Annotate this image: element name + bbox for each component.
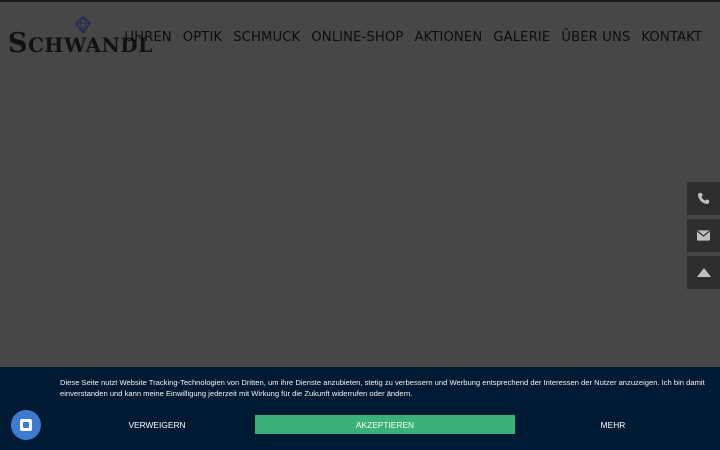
privacy-settings-button[interactable] [11,410,41,440]
side-action-buttons [687,182,720,293]
nav-item-kontakt[interactable]: KONTAKT [641,30,702,45]
cookie-consent-banner: Diese Seite nutzt Website Tracking-Techn… [0,367,720,450]
nav-item-online-shop[interactable]: ONLINE-SHOP [311,30,403,45]
schwandl-logo[interactable]: SCHWANDL [8,16,152,60]
envelope-icon [697,230,710,241]
cookie-consent-text: Diese Seite nutzt Website Tracking-Techn… [60,378,705,398]
nav-item-uhren[interactable]: UHREN [124,30,171,45]
phone-icon [697,192,710,205]
accept-button[interactable]: AKZEPTIEREN [255,415,515,434]
privacy-settings-icon [20,419,32,431]
nav-item-schmuck[interactable]: SCHMUCK [233,30,300,45]
deny-button[interactable]: VERWEIGERN [60,415,254,434]
site-header: SCHWANDL UHREN OPTIK SCHMUCK ONLINE-SHOP… [0,2,720,75]
nav-item-galerie[interactable]: GALERIE [493,30,550,45]
phone-button[interactable] [687,182,720,215]
arrow-up-icon [696,268,711,277]
more-button[interactable]: MEHR [516,415,710,434]
nav-item-ueber-uns[interactable]: ÜBER UNS [561,30,630,45]
scroll-to-top-button[interactable] [687,256,720,289]
nav-item-aktionen[interactable]: AKTIONEN [414,30,482,45]
nav-item-optik[interactable]: OPTIK [183,30,222,45]
logo-initial: S [8,28,28,59]
main-navigation: UHREN OPTIK SCHMUCK ONLINE-SHOP AKTIONEN… [124,30,702,45]
email-button[interactable] [687,219,720,252]
page: SCHWANDL UHREN OPTIK SCHMUCK ONLINE-SHOP… [0,0,720,450]
